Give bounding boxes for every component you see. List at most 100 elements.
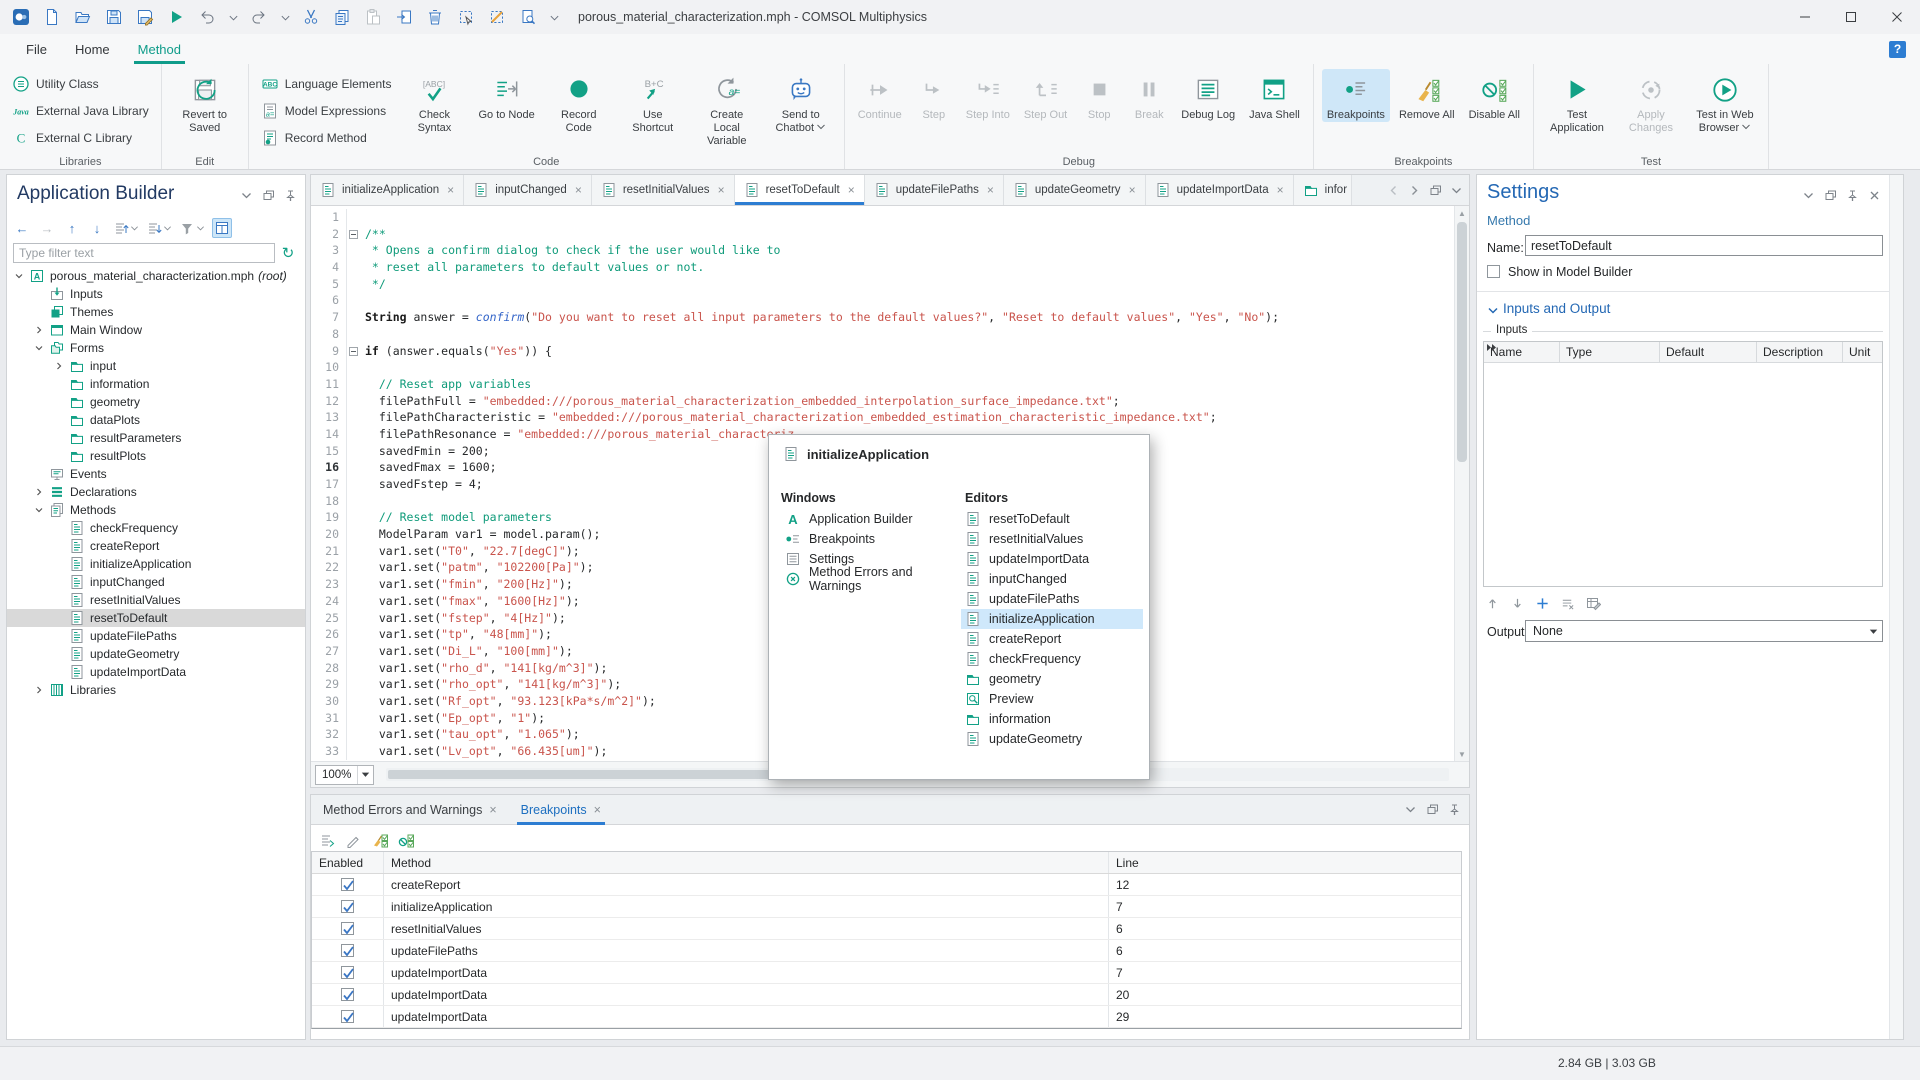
delete-input-button[interactable] <box>1560 596 1575 611</box>
editor-tab-updategeometry[interactable]: updateGeometry× <box>1004 175 1146 205</box>
chev-down-icon[interactable] <box>240 189 253 202</box>
tree-item-information[interactable]: information <box>7 375 305 393</box>
chevron-open-icon[interactable] <box>14 271 24 281</box>
scroll-down-arrow[interactable]: ▼ <box>1455 747 1469 761</box>
bottom-tab-breakpoints[interactable]: Breakpoints× <box>509 795 613 825</box>
external-java-library-button[interactable]: JavaExternal Java Library <box>8 99 153 123</box>
tree-item-main-window[interactable]: Main Window <box>7 321 305 339</box>
section-chevron-icon[interactable] <box>1487 305 1499 317</box>
editor-tab-inputchanged[interactable]: inputChanged× <box>464 175 592 205</box>
breakpoint-row-4[interactable]: updateFilePaths6 <box>312 940 1461 962</box>
inputs-table[interactable]: NameTypeDefaultDescriptionUnit <box>1483 341 1883 587</box>
save-as-button[interactable] <box>134 6 156 28</box>
enabled-checkbox[interactable] <box>341 878 354 891</box>
scrollbar-thumb[interactable] <box>388 770 808 779</box>
zoom-level-combo[interactable]: 100% <box>315 765 374 785</box>
goto-breakpoint-button[interactable] <box>319 832 336 849</box>
send-to-chatbot-button[interactable]: Send to Chatbot <box>766 69 836 135</box>
popup-editor-item-resettodefault[interactable]: resetToDefault <box>961 509 1143 529</box>
undo-button[interactable] <box>196 6 218 28</box>
tree-item-resettodefault[interactable]: resetToDefault <box>7 609 305 627</box>
menu-icon[interactable] <box>1404 803 1417 816</box>
new-file-button[interactable] <box>41 6 63 28</box>
tree-item-geometry[interactable]: geometry <box>7 393 305 411</box>
scroll-up-arrow[interactable]: ▲ <box>1455 206 1469 220</box>
external-c-library-button[interactable]: CExternal C Library <box>8 126 153 150</box>
breakpoint-row-7[interactable]: updateImportData29 <box>312 1006 1461 1028</box>
chevron-open-icon[interactable] <box>34 343 44 353</box>
enabled-checkbox[interactable] <box>341 944 354 957</box>
run-button[interactable] <box>165 6 187 28</box>
remove-all-breakpoints-button[interactable] <box>371 832 388 849</box>
tree-item-inputs[interactable]: Inputs <box>7 285 305 303</box>
open-file-button[interactable] <box>72 6 94 28</box>
revert-to-saved-button[interactable]: Revert to Saved <box>170 69 240 135</box>
breakpoint-row-3[interactable]: resetInitialValues6 <box>312 918 1461 940</box>
move-up-button[interactable] <box>1485 596 1500 611</box>
import-button[interactable] <box>393 6 415 28</box>
editor-tab-updateimportdata[interactable]: updateImportData× <box>1146 175 1294 205</box>
test-in-web-browser-button[interactable]: Test in Web Browser <box>1690 69 1760 135</box>
go-to-node-button[interactable]: Go to Node <box>473 69 539 122</box>
language-elements-button[interactable]: ABCLanguage Elements <box>257 72 396 96</box>
move-down-arrow[interactable]: ↓ <box>88 219 106 237</box>
popup-editor-item-preview[interactable]: Preview <box>961 689 1143 709</box>
close-icon[interactable]: × <box>848 183 855 197</box>
model-expressions-button[interactable]: a=Model Expressions <box>257 99 396 123</box>
popup-window-item-breakpoints[interactable]: Breakpoints <box>781 529 957 549</box>
back-arrow[interactable]: ← <box>13 219 31 237</box>
find-button[interactable] <box>517 6 539 28</box>
app-logo-button[interactable] <box>10 6 32 28</box>
refresh-icon[interactable]: ↻ <box>279 243 297 263</box>
tree-item-libraries[interactable]: Libraries <box>7 681 305 699</box>
chevron-down-icon[interactable] <box>357 766 373 784</box>
breakpoints-button[interactable]: Breakpoints <box>1322 69 1390 122</box>
close-icon[interactable]: × <box>447 183 454 197</box>
ribbon-tab-method[interactable]: Method <box>124 34 195 64</box>
tree-item-resultplots[interactable]: resultPlots <box>7 447 305 465</box>
add-input-button[interactable] <box>1535 596 1550 611</box>
popup-editor-item-createreport[interactable]: createReport <box>961 629 1143 649</box>
tree-item-initializeapplication[interactable]: initializeApplication <box>7 555 305 573</box>
tree-item-methods[interactable]: Methods <box>7 501 305 519</box>
close-icon[interactable]: × <box>489 803 496 817</box>
expand-all-button[interactable] <box>113 220 139 236</box>
close-sm-icon[interactable] <box>1868 189 1881 202</box>
enabled-checkbox[interactable] <box>341 988 354 1001</box>
tree-item-updatefilepaths[interactable]: updateFilePaths <box>7 627 305 645</box>
redo-button[interactable] <box>248 6 270 28</box>
vertical-scrollbar[interactable]: ▲ ▼ <box>1454 206 1469 761</box>
fold-toggle-icon[interactable] <box>349 230 358 239</box>
filter-button[interactable] <box>179 220 205 236</box>
tree-item-updateimportdata[interactable]: updateImportData <box>7 663 305 681</box>
maximize-button[interactable] <box>1828 0 1874 34</box>
scroll-tabs-left-icon[interactable] <box>1387 184 1400 197</box>
tree-item-declarations[interactable]: Declarations <box>7 483 305 501</box>
close-icon[interactable]: × <box>1277 183 1284 197</box>
tree-item-inputchanged[interactable]: inputChanged <box>7 573 305 591</box>
float-icon[interactable] <box>1824 189 1837 202</box>
chevron-down-icon[interactable] <box>196 224 205 233</box>
popup-editor-item-updateimportdata[interactable]: updateImportData <box>961 549 1143 569</box>
breakpoint-row-2[interactable]: initializeApplication7 <box>312 896 1461 918</box>
popup-editor-item-information[interactable]: information <box>961 709 1143 729</box>
model-data-access-toggle[interactable] <box>212 218 232 238</box>
breakpoint-row-6[interactable]: updateImportData20 <box>312 984 1461 1006</box>
remove-all-button[interactable]: Remove All <box>1394 69 1460 122</box>
popup-window-item-method-errors-and-warnings[interactable]: Method Errors and Warnings <box>781 569 957 589</box>
forward-arrow[interactable]: → <box>38 219 56 237</box>
save-button[interactable] <box>103 6 125 28</box>
chevron-open-icon[interactable] <box>34 505 44 515</box>
tree-item-resultparameters[interactable]: resultParameters <box>7 429 305 447</box>
tree-item-porous-material-characterization-mph[interactable]: Aporous_material_characterization.mph(ro… <box>7 267 305 285</box>
create-local-variable-button[interactable]: a=Create Local Variable <box>692 69 762 148</box>
ribbon-tab-home[interactable]: Home <box>61 34 124 64</box>
enabled-checkbox[interactable] <box>341 1010 354 1023</box>
move-down-button[interactable] <box>1510 596 1525 611</box>
check-syntax-button[interactable]: [ABC]Check Syntax <box>399 69 469 135</box>
enabled-checkbox[interactable] <box>341 922 354 935</box>
breakpoint-row-1[interactable]: createReport12 <box>312 874 1461 896</box>
tree-item-updategeometry[interactable]: updateGeometry <box>7 645 305 663</box>
paste-button[interactable] <box>362 6 384 28</box>
delete-button[interactable] <box>424 6 446 28</box>
